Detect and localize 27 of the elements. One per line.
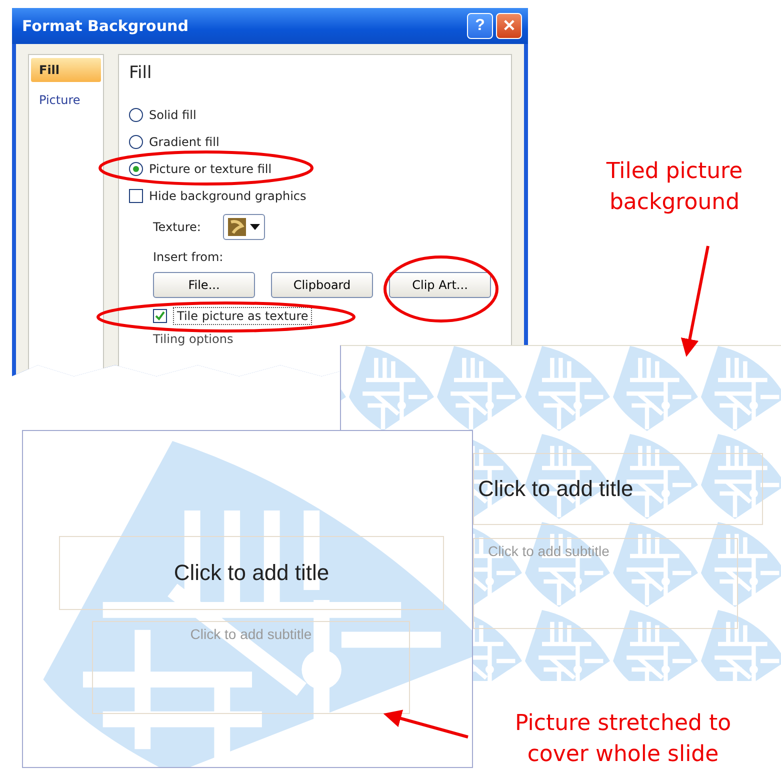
callout-text: Tiled picture background bbox=[605, 158, 744, 217]
insert-button[interactable]: Clip Art... bbox=[389, 272, 491, 298]
category-item[interactable]: Picture bbox=[31, 88, 101, 112]
section-label: Tiling options bbox=[152, 331, 234, 347]
window-title: Format Background bbox=[22, 17, 190, 35]
title-placeholder[interactable]: Click to add title bbox=[473, 453, 763, 525]
category-item[interactable]: Fill bbox=[31, 58, 101, 82]
insert-button[interactable]: Clipboard bbox=[271, 272, 373, 298]
field-label: Texture: bbox=[153, 220, 201, 234]
option-label: Solid fill bbox=[149, 108, 196, 122]
checkbox[interactable] bbox=[153, 309, 167, 323]
radio-button[interactable] bbox=[129, 162, 143, 176]
callout-text: Picture stretched to cover whole slide bbox=[514, 710, 732, 769]
title-placeholder[interactable]: Click to add title bbox=[59, 536, 444, 610]
checkbox-label: Hide background graphics bbox=[149, 188, 306, 202]
texture-dropdown[interactable] bbox=[222, 214, 265, 240]
texture-swatch-icon bbox=[228, 218, 246, 236]
insert-button[interactable]: File... bbox=[153, 272, 255, 298]
section-heading: Fill bbox=[129, 63, 153, 85]
option-label: Picture or texture fill bbox=[149, 162, 272, 176]
section-label: Insert from: bbox=[152, 249, 224, 266]
dropdown-arrow-icon bbox=[250, 224, 260, 230]
radio-button[interactable] bbox=[129, 108, 143, 122]
checkbox[interactable] bbox=[129, 188, 143, 202]
option-label: Gradient fill bbox=[149, 134, 220, 148]
radio-button[interactable] bbox=[129, 134, 143, 148]
checkbox-label: Tile picture as texture bbox=[173, 307, 312, 325]
